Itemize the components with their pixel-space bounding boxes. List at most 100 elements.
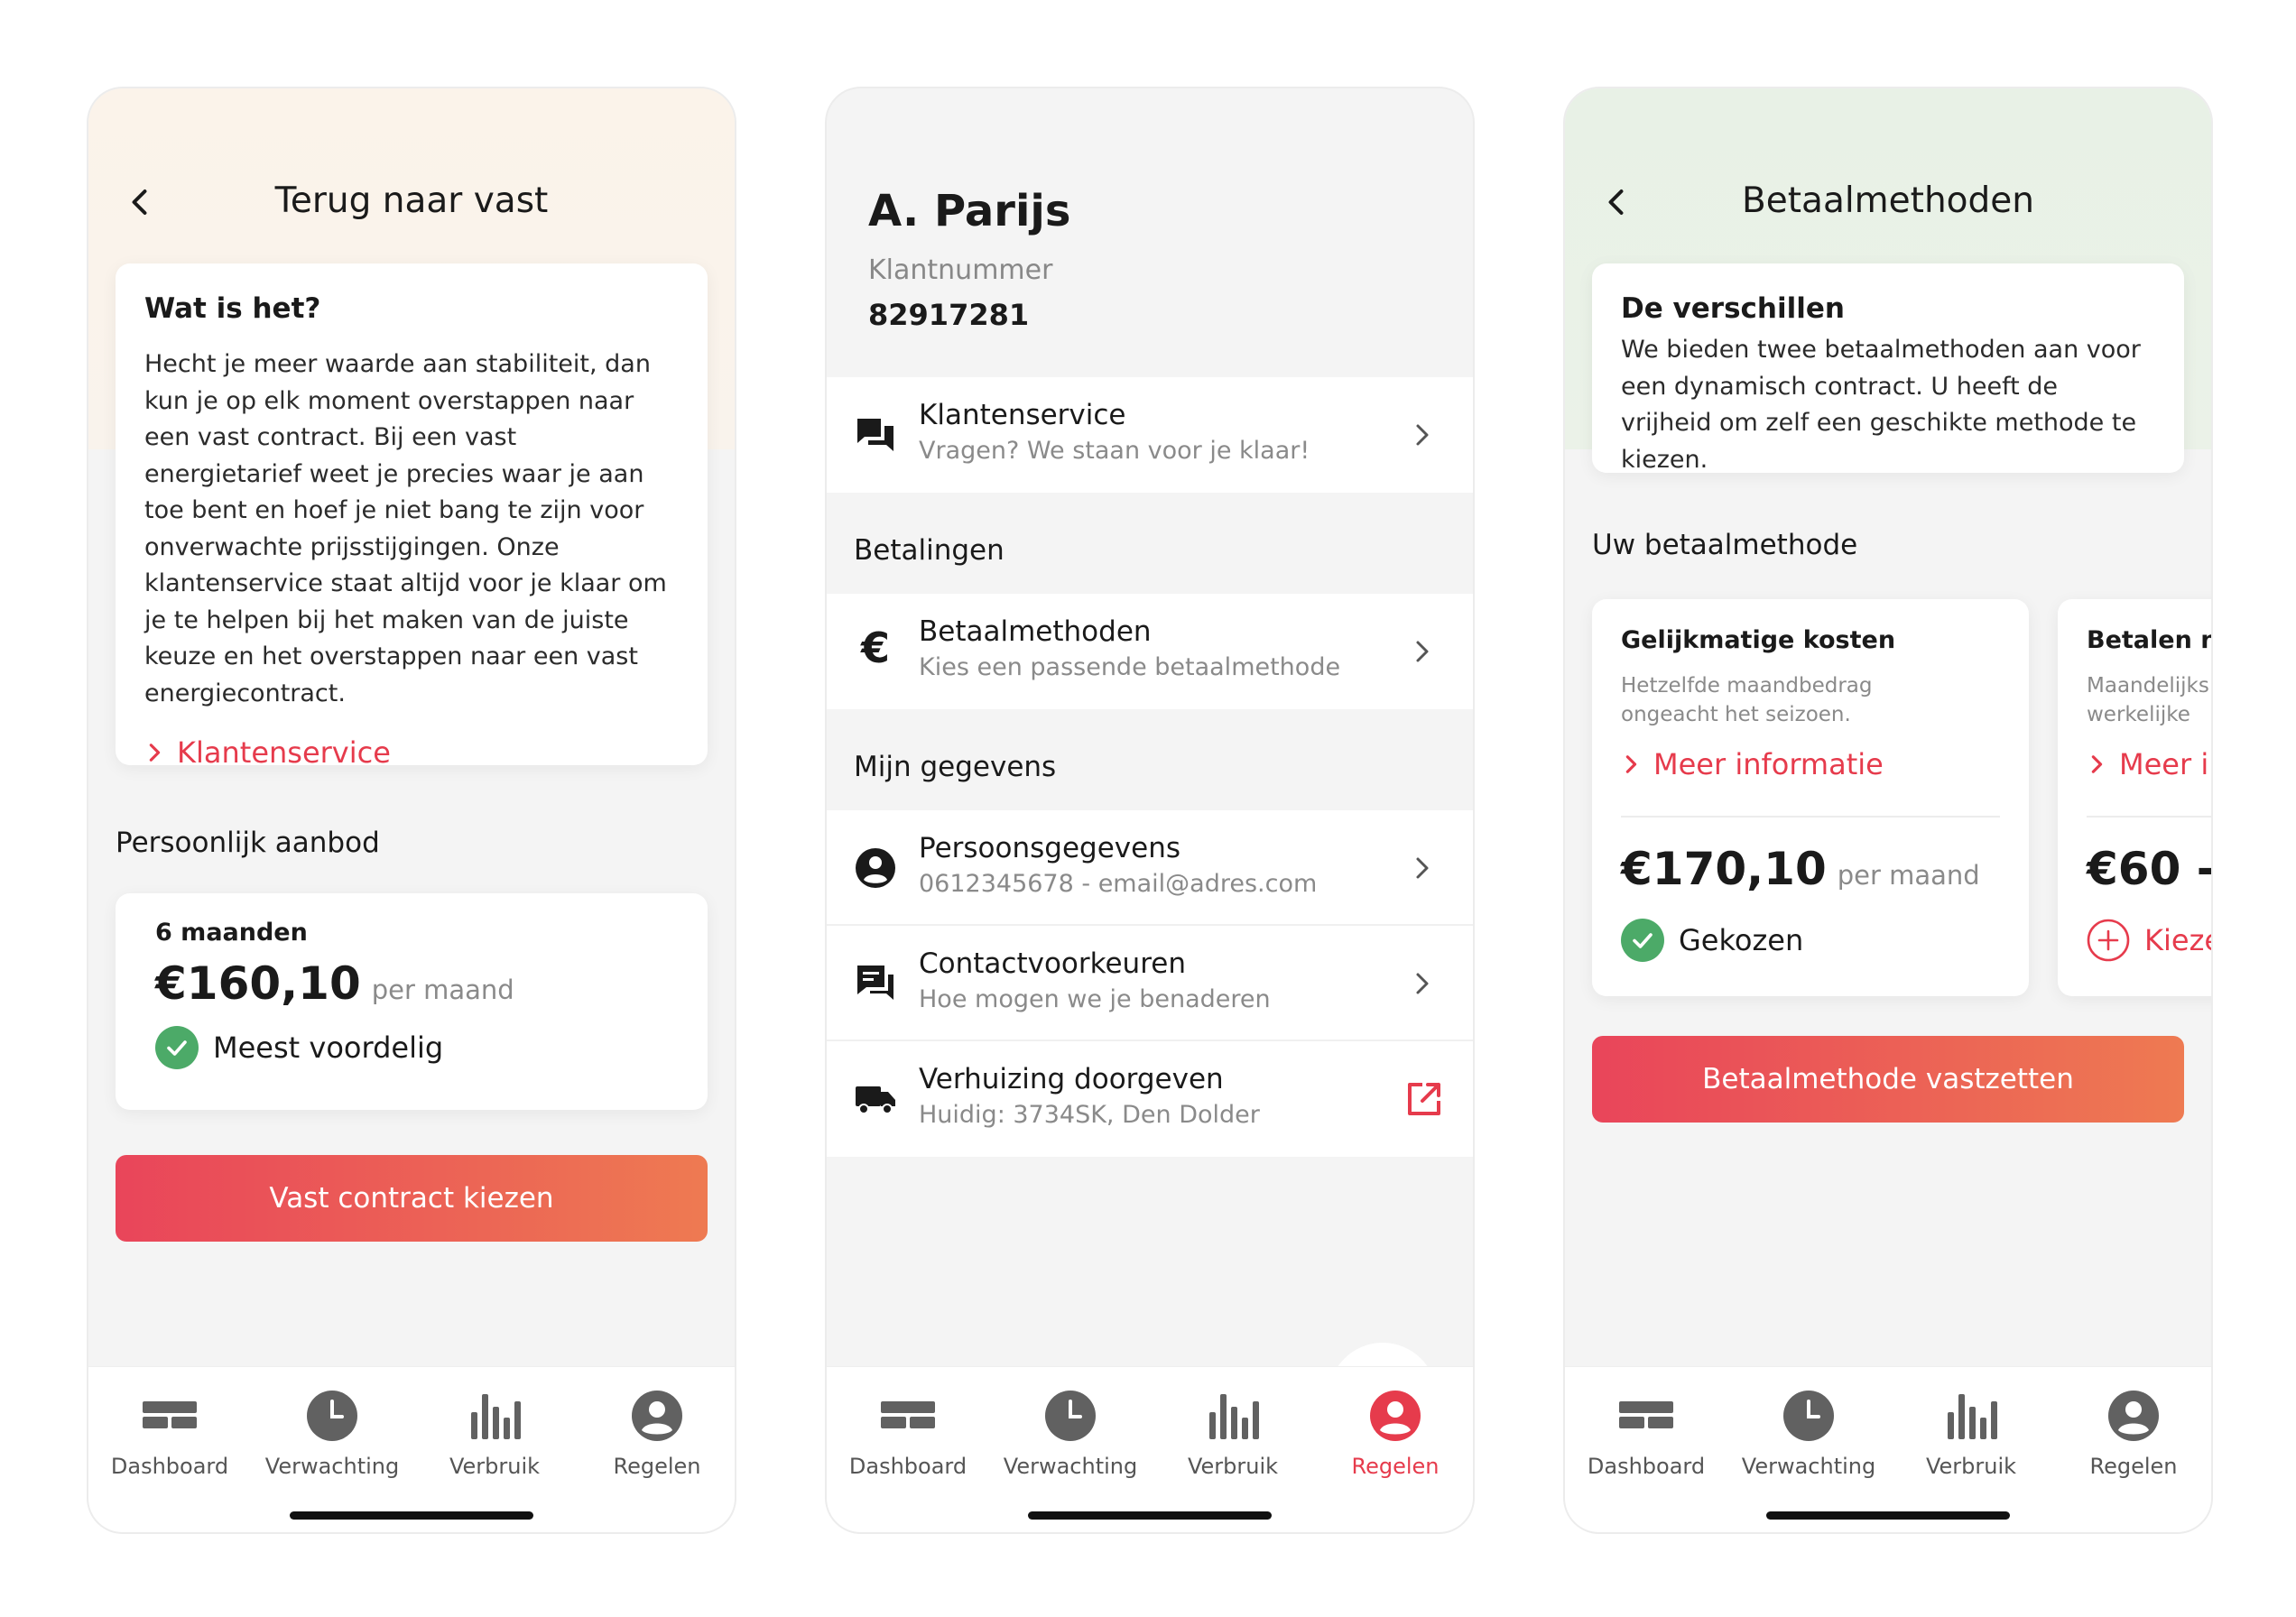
nav-label-verwachting: Verwachting [264, 1454, 400, 1479]
check-circle-icon [155, 1026, 199, 1069]
bottom-navigation: Dashboard Verwachting Verbruik Regelen [1565, 1366, 2211, 1532]
truck-icon [856, 1086, 895, 1114]
chevron-right-icon [1416, 973, 1429, 994]
details-group: Persoonsgegevens 0612345678 - email@adre… [827, 810, 1473, 1157]
list-item-title: Persoonsgegevens [919, 832, 1181, 864]
check-circle-icon [1621, 919, 1664, 962]
chat-bubbles-icon [857, 419, 893, 451]
betaalmethode-vastzetten-button[interactable]: Betaalmethode vastzetten [1592, 1036, 2184, 1123]
dashboard-icon [881, 1401, 935, 1428]
profile-header: A. Parijs Klantnummer 82917281 [827, 88, 1473, 377]
clock-icon [1783, 1391, 1834, 1441]
nav-item-verwachting[interactable]: Verwachting [1727, 1389, 1890, 1479]
nav-item-verbruik[interactable]: Verbruik [413, 1389, 576, 1479]
list-item-title: Klantenservice [919, 399, 1126, 431]
list-item-contactvoorkeuren[interactable]: Contactvoorkeuren Hoe mogen we je benade… [827, 926, 1473, 1041]
meer-informatie-label: Meer in [2119, 747, 2211, 781]
section-title: Uw betaalmethode [1592, 529, 1858, 561]
kiezen-button[interactable]: Kieze [2087, 919, 2211, 962]
info-card-heading: Wat is het? [144, 292, 321, 325]
user-circle-icon [632, 1391, 682, 1441]
dashboard-icon [1619, 1401, 1673, 1428]
list-item-subtitle: Vragen? We staan voor je klaar! [919, 437, 1310, 465]
list-item-verhuizing[interactable]: Verhuizing doorgeven Huidig: 3734SK, Den… [827, 1041, 1473, 1157]
phone-screen-regelen: A. Parijs Klantnummer 82917281 Klantense… [825, 87, 1475, 1534]
offer-price: €160,10 [155, 957, 361, 1010]
divider [2087, 816, 2211, 818]
payment-method-description: Hetzelfde maandbedrag ongeacht het seizo… [1621, 674, 1873, 726]
nav-label-regelen: Regelen [1351, 1454, 1440, 1479]
chat-icon [857, 966, 893, 1000]
list-item-title: Betaalmethoden [919, 615, 1152, 648]
list-item-betaalmethoden[interactable]: € Betaalmethoden Kies een passende betaa… [827, 594, 1473, 709]
customer-number: 82917281 [868, 298, 1030, 332]
nav-item-dashboard[interactable]: Dashboard [88, 1389, 251, 1479]
payment-method-description: Maandelijks b het werkelijke [2087, 674, 2211, 726]
header: Terug naar vast [88, 175, 735, 229]
payment-method-card[interactable]: Gelijkmatige kosten Hetzelfde maandbedra… [1592, 599, 2029, 996]
customer-name: A. Parijs [868, 186, 1071, 236]
user-circle-icon [2108, 1391, 2159, 1441]
clock-icon [307, 1391, 357, 1441]
nav-label-verwachting: Verwachting [1741, 1454, 1876, 1479]
bottom-navigation: Dashboard Verwachting Verbruik Regelen [827, 1366, 1473, 1532]
page-title: Terug naar vast [274, 180, 549, 221]
offer-status-label: Meest voordelig [213, 1030, 444, 1065]
page-title: Betaalmethoden [1742, 180, 2034, 221]
nav-item-verwachting[interactable]: Verwachting [989, 1389, 1152, 1479]
info-card: Wat is het? Hecht je meer waarde aan sta… [116, 263, 708, 770]
info-card-heading: De verschillen [1621, 292, 1845, 325]
euro-icon: € [860, 624, 890, 672]
nav-label-dashboard: Dashboard [1587, 1454, 1706, 1479]
nav-item-dashboard[interactable]: Dashboard [827, 1389, 989, 1479]
payment-method-price-row: €60 - : [2087, 843, 2211, 895]
phone-screen-betaalmethoden: Betaalmethoden De verschillen We bieden … [1563, 87, 2213, 1534]
group-title-mijn-gegevens: Mijn gegevens [854, 751, 1057, 783]
payment-method-price-row: €170,10 per maand [1621, 843, 1980, 895]
nav-item-verbruik[interactable]: Verbruik [1152, 1389, 1314, 1479]
payment-method-card[interactable]: Betalen na Maandelijks b het werkelijke … [2058, 599, 2211, 996]
nav-item-verbruik[interactable]: Verbruik [1890, 1389, 2052, 1479]
home-indicator [1028, 1511, 1272, 1520]
nav-label-dashboard: Dashboard [110, 1454, 229, 1479]
dashboard-icon [143, 1401, 197, 1428]
user-circle-icon [856, 848, 895, 888]
list-item-title: Verhuizing doorgeven [919, 1063, 1224, 1095]
chevron-right-icon [1416, 641, 1429, 662]
klantenservice-link[interactable]: Klantenservice [144, 735, 679, 770]
chevron-right-icon [2091, 755, 2103, 773]
header: Betaalmethoden [1565, 175, 2211, 229]
bottom-navigation: Dashboard Verwachting Verbruik Regelen [88, 1366, 735, 1532]
list-item-subtitle: Hoe mogen we je benaderen [919, 985, 1271, 1013]
payment-method-status-label: Gekozen [1679, 923, 1804, 957]
list-item-subtitle: 0612345678 - email@adres.com [919, 870, 1318, 898]
meer-informatie-link[interactable]: Meer in [2087, 747, 2211, 781]
nav-item-regelen[interactable]: Regelen [2052, 1389, 2211, 1479]
customer-number-label: Klantnummer [868, 254, 1053, 286]
nav-label-verwachting: Verwachting [1003, 1454, 1138, 1479]
meer-informatie-link[interactable]: Meer informatie [1621, 747, 1884, 781]
plus-circle-icon [2087, 919, 2130, 962]
offer-status: Meest voordelig [155, 1026, 668, 1069]
vast-contract-kiezen-button[interactable]: Vast contract kiezen [116, 1155, 708, 1242]
phone-screen-terug-naar-vast: Terug naar vast Wat is het? Hecht je mee… [87, 87, 736, 1534]
nav-label-regelen: Regelen [613, 1454, 701, 1479]
home-indicator [290, 1511, 533, 1520]
nav-item-dashboard[interactable]: Dashboard [1565, 1389, 1727, 1479]
list-item-persoonsgegevens[interactable]: Persoonsgegevens 0612345678 - email@adre… [827, 810, 1473, 926]
list-item-subtitle: Huidig: 3734SK, Den Dolder [919, 1101, 1260, 1129]
customer-service-group: Klantenservice Vragen? We staan voor je … [827, 377, 1473, 493]
chevron-right-icon [1416, 424, 1429, 446]
chevron-right-icon [149, 744, 161, 762]
external-link-icon [1408, 1083, 1440, 1115]
nav-item-regelen[interactable]: Regelen [1314, 1389, 1473, 1479]
chevron-right-icon [1625, 755, 1637, 773]
group-title-betalingen: Betalingen [854, 534, 1004, 567]
list-item-klantenservice[interactable]: Klantenservice Vragen? We staan voor je … [827, 377, 1473, 493]
nav-label-verbruik: Verbruik [1187, 1454, 1279, 1479]
nav-item-verwachting[interactable]: Verwachting [251, 1389, 413, 1479]
payment-method-title: Betalen na [2087, 626, 2211, 654]
clock-icon [1045, 1391, 1096, 1441]
info-card: De verschillen We bieden twee betaalmeth… [1592, 263, 2184, 474]
nav-item-regelen[interactable]: Regelen [576, 1389, 735, 1479]
